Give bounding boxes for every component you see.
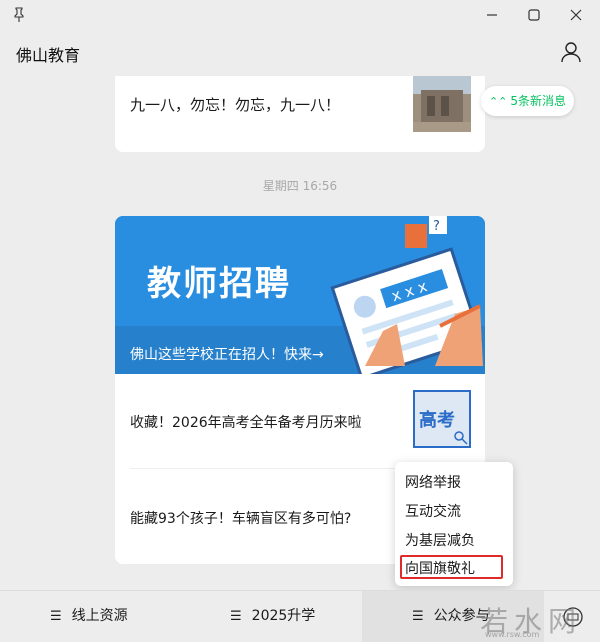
svg-text:?: ?	[433, 219, 440, 234]
banner-title: 教师招聘	[147, 264, 291, 304]
banner-caption: 佛山这些学校正在招人！快来→	[130, 347, 324, 363]
menu-icon: ☰	[412, 609, 424, 624]
article-thumbnail: 高考	[413, 390, 471, 448]
pin-icon[interactable]	[12, 7, 26, 23]
menu-icon: ☰	[230, 609, 242, 624]
double-chevron-up-icon: ⌃⌃	[488, 95, 508, 108]
menu-icon: ☰	[50, 609, 62, 624]
window-titlebar	[0, 0, 600, 30]
menu-item[interactable]: 网络举报	[405, 472, 461, 492]
tab-label: 2025升学	[251, 608, 316, 624]
tab-online-resources[interactable]: ☰ 线上资源	[50, 591, 128, 642]
banner-article[interactable]: x x x ? 教师招聘 佛山这些学校正在招人！快来→	[115, 216, 485, 374]
new-messages-button[interactable]: ⌃⌃ 5条新消息	[481, 86, 574, 116]
tab-label: 线上资源	[71, 608, 128, 624]
maximize-icon[interactable]	[524, 5, 544, 25]
close-icon[interactable]	[566, 5, 586, 25]
thumb-label: 高考	[419, 409, 455, 431]
account-title: 佛山教育	[16, 46, 81, 65]
article-title: 能藏93个孩子！车辆盲区有多可怕?	[130, 511, 352, 527]
minimize-icon[interactable]	[482, 5, 502, 25]
chat-header: 佛山教育	[0, 30, 600, 76]
menu-item[interactable]: 互动交流	[405, 501, 461, 521]
new-messages-label: 5条新消息	[510, 94, 567, 108]
article-row[interactable]: 收藏！2026年高考全年备考月历来啦 高考	[115, 374, 485, 468]
tab-admissions[interactable]: ☰ 2025升学	[230, 591, 315, 642]
article-thumbnail	[413, 76, 471, 132]
article-title: 收藏！2026年高考全年备考月历来啦	[130, 415, 362, 431]
article-title: 九一八，勿忘！勿忘，九一八！	[130, 96, 341, 114]
watermark-url: www.rsw.com	[485, 630, 540, 639]
menu-item[interactable]: 为基层减负	[405, 530, 475, 550]
tab-public-participation[interactable]: ☰ 公众参与	[412, 591, 490, 642]
user-profile-icon[interactable]	[560, 41, 582, 63]
article-card[interactable]: 九一八，勿忘！勿忘，九一八！	[115, 76, 485, 152]
message-timestamp: 星期四 16:56	[262, 179, 338, 193]
submenu-popup: 网络举报 互动交流 为基层减负 向国旗敬礼	[395, 462, 513, 586]
menu-item[interactable]: 向国旗敬礼	[405, 558, 475, 578]
